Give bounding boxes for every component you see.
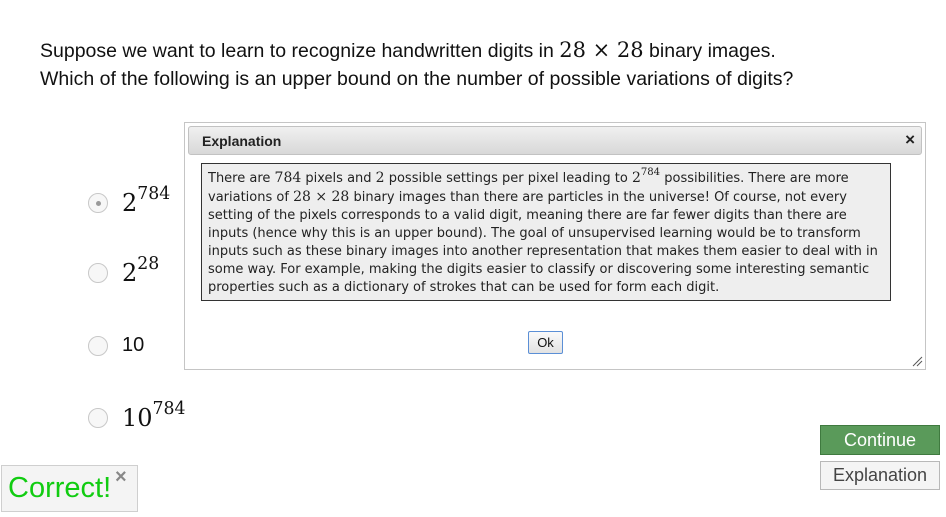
choice-1[interactable]: 2784 <box>88 184 171 217</box>
explanation-button[interactable]: Explanation <box>820 461 940 490</box>
choice-1-radio[interactable] <box>88 193 108 213</box>
question-text: Suppose we want to learn to recognize ha… <box>40 36 793 93</box>
dialog-header[interactable]: Explanation × <box>188 126 922 155</box>
choice-2-radio[interactable] <box>88 263 108 283</box>
choice-3-radio[interactable] <box>88 335 108 356</box>
question-math: 28 × 28 <box>559 38 644 62</box>
explanation-dialog: Explanation × There are 784 pixels and 2… <box>184 122 926 370</box>
choice-2-label: 228 <box>122 254 160 287</box>
choice-3[interactable]: 10 <box>88 334 144 357</box>
question-line-1: Suppose we want to learn to recognize ha… <box>40 38 776 62</box>
question-line-2: Which of the following is an upper bound… <box>40 68 794 90</box>
resize-grip-icon[interactable] <box>912 356 923 367</box>
continue-button[interactable]: Continue <box>820 425 940 455</box>
close-icon[interactable]: × <box>115 466 127 489</box>
choice-4-radio[interactable] <box>88 408 108 428</box>
choice-3-label: 10 <box>122 334 145 356</box>
choice-1-label: 2784 <box>122 184 171 217</box>
explanation-text: There are 784 pixels and 2 possible sett… <box>201 163 891 301</box>
choice-2[interactable]: 228 <box>88 254 160 287</box>
choice-4-label: 10784 <box>122 399 186 432</box>
close-icon[interactable]: × <box>905 130 915 150</box>
feedback-box: Correct! × <box>1 465 138 512</box>
dialog-title: Explanation <box>202 133 282 149</box>
ok-button[interactable]: Ok <box>528 331 563 354</box>
feedback-text: Correct! <box>8 472 112 504</box>
choice-4[interactable]: 10784 <box>88 399 186 432</box>
